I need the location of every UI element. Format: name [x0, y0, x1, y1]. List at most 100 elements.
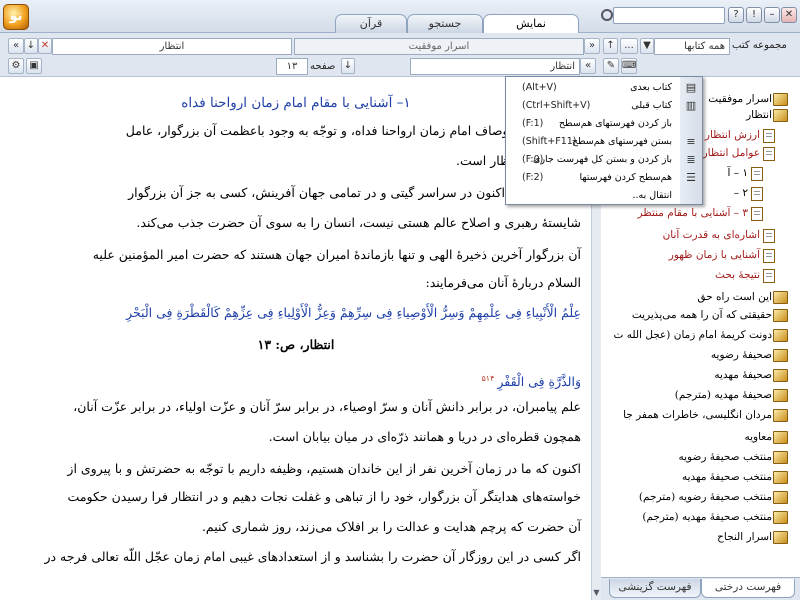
tree-item[interactable]: صحیفهٔ رضویه: [711, 347, 792, 363]
collection-select[interactable]: همه کتابها: [654, 38, 730, 55]
tree-item[interactable]: مردان انگلیسی، خاطرات همفر جا: [623, 407, 792, 423]
info-button[interactable]: !: [746, 7, 762, 23]
tree-item[interactable]: معاویه: [744, 429, 792, 445]
tree-item[interactable]: ۱ – آ: [728, 165, 768, 181]
menu-item[interactable]: انتقال به..: [506, 187, 702, 205]
page-go-icon[interactable]: ↓: [341, 58, 355, 74]
tree-item-label: منتخب صحیفهٔ رضویه: [678, 451, 773, 463]
document-icon: [751, 207, 763, 221]
tree-item-label: صحیفهٔ رضویه: [710, 349, 772, 361]
tree-item-label: صحیفهٔ مهدیه: [714, 369, 772, 381]
menu-item[interactable]: ▥ کتاب قبلی (Ctrl+Shift+V): [506, 97, 702, 115]
menu-item[interactable]: ☰ هم‌سطح کردن فهرستها (F:2): [506, 169, 702, 187]
collection-label: مجموعه کتب: [732, 40, 787, 51]
back-nav-icon[interactable]: «: [8, 38, 24, 54]
tree-item-label: معاویه: [744, 431, 772, 443]
content-line: اگر کسی در این روزگار آن حضرت را بشناسد …: [44, 549, 581, 564]
book-icon: [773, 409, 788, 422]
tree-item-label: ۳ – آشنایی با مقام منتظر: [637, 207, 748, 219]
menu-item-shortcut: (F:2): [522, 172, 544, 183]
document-icon: [763, 229, 775, 243]
minimize-button[interactable]: –: [764, 7, 780, 23]
menu-item[interactable]: باز کردن فهرستهای هم‌سطح (F:1): [506, 115, 702, 133]
citation: انتظار، ص: ۱۳: [257, 337, 335, 352]
close-button[interactable]: ✕: [781, 7, 797, 23]
tree-item-label: حقیقتی که آن را همه می‌پذیریت: [631, 309, 772, 321]
book-icon: [773, 451, 788, 464]
more-button[interactable]: ...: [620, 38, 638, 54]
tree-item[interactable]: صحیفهٔ مهدیه (مترجم): [675, 387, 792, 403]
tree-item[interactable]: منتخب صحیفهٔ رضویه (مترجم): [639, 489, 792, 505]
book-icon: [773, 511, 788, 524]
help-button[interactable]: ?: [728, 7, 744, 23]
footnote-ref[interactable]: ۵۱۴: [481, 374, 494, 383]
menu-item-label: هم‌سطح کردن فهرستها: [579, 172, 673, 183]
tree-item-label: صحیفهٔ مهدیه (مترجم): [674, 389, 772, 401]
tree-item[interactable]: این است راه حق: [697, 289, 792, 305]
tree-item[interactable]: اسرار موفقیت: [708, 91, 792, 107]
menu-item[interactable]: ≡ بستن فهرستهای هم‌سطح (Shift+F11): [506, 133, 702, 151]
search-icon[interactable]: [601, 9, 613, 21]
page-number-field[interactable]: ۱۳: [276, 58, 308, 75]
content-line: ایجاد حالت انتظار است.: [456, 153, 581, 168]
content-line: همچون قطره‌ای در دریا و همانند ذرّه‌ای د…: [268, 429, 581, 444]
view-icon[interactable]: ▣: [26, 58, 42, 74]
pin-icon[interactable]: ↓: [24, 38, 38, 54]
document-icon: [763, 129, 775, 143]
tree-item-label: اسرار موفقیت: [708, 93, 772, 105]
tab-selective-list[interactable]: فهرست گزینشی: [609, 579, 701, 598]
content-line: علم پیامبران، در برابر دانش آنان و سرّ ا…: [73, 399, 581, 414]
collection-dropdown-icon[interactable]: ▼: [640, 38, 654, 54]
tree-item[interactable]: حقیقتی که آن را همه می‌پذیریت: [632, 307, 792, 323]
tree-item-label: منتخب صحیفهٔ مهدیه (مترجم): [642, 511, 772, 523]
toggle-list-icon: ≣: [686, 153, 696, 166]
tree-item[interactable]: ارزش انتظار: [705, 127, 780, 143]
tree-item[interactable]: دونت کریمهٔ امام زمان (عجل الله ت: [614, 327, 792, 343]
book-icon: [773, 389, 788, 402]
tree-item[interactable]: آشنایی با زمان ظهور: [669, 247, 780, 263]
menu-item-label: باز کردن فهرستهای هم‌سطح: [558, 118, 672, 129]
tree-item-label: ارزش انتظار: [704, 129, 760, 141]
settings-icon[interactable]: ⚙: [8, 58, 24, 74]
search-input[interactable]: [613, 7, 725, 24]
menu-item[interactable]: ≣ باز کردن و بستن کل فهرست جاری (F:0): [506, 151, 702, 169]
book-prev-icon: ▥: [685, 99, 697, 112]
up-level-icon[interactable]: ↑: [603, 38, 618, 54]
tree-item-label: عوامل انتظار: [702, 147, 760, 159]
keyboard-icon[interactable]: ⌨: [621, 58, 637, 74]
forward-nav-icon[interactable]: »: [584, 38, 600, 54]
content-line: آن بزرگوار آخرین ذخیرهٔ الهی و تنها بازم…: [92, 247, 581, 262]
close-book-icon[interactable]: ✕: [38, 38, 52, 54]
tree-item-label: منتخب صحیفهٔ مهدیه: [681, 471, 772, 483]
tree-item[interactable]: انتظار: [746, 107, 792, 123]
tree-item[interactable]: عوامل انتظار: [703, 145, 780, 161]
tree-item[interactable]: ۳ – آشنایی با مقام منتظر: [638, 205, 768, 221]
scroll-down-icon[interactable]: ▼: [592, 588, 601, 600]
tree-item[interactable]: نتیجهٔ بحث: [715, 267, 780, 283]
book-icon: [773, 471, 788, 484]
tree-item[interactable]: صحیفهٔ مهدیه: [714, 367, 792, 383]
book-icon: [773, 349, 788, 362]
tools-icon[interactable]: ✎: [603, 58, 619, 74]
tab-tree-list[interactable]: فهرست درختی: [701, 579, 795, 598]
tree-item-label: انتظار: [746, 109, 772, 121]
app-logo: نو: [3, 4, 29, 30]
book-title-field: اسرار موفقیت: [294, 38, 584, 55]
tree-item-label: ۱ – آ: [727, 167, 748, 179]
menu-item-label: کتاب قبلی: [631, 100, 672, 111]
tree-item[interactable]: ۲ –: [734, 185, 768, 201]
content-line: به این نکته که اکنون در سراسر گیتی و در …: [128, 185, 581, 200]
tree-item[interactable]: منتخب صحیفهٔ مهدیه (مترجم): [642, 509, 792, 525]
book-nav-icon[interactable]: «: [580, 58, 596, 74]
tab-display[interactable]: نمایش: [483, 14, 579, 34]
collapse-list-icon: ≡: [686, 135, 696, 148]
tree-item[interactable]: اشاره‌ای به قدرت آنان: [663, 227, 780, 243]
tab-quran[interactable]: قرآن: [335, 14, 407, 33]
menu-item[interactable]: ▤ کتاب بعدی (Alt+V): [506, 79, 702, 97]
tree-item[interactable]: اسرار النجاح: [717, 529, 792, 545]
tab-search[interactable]: جستجو: [407, 14, 483, 33]
tree-item[interactable]: منتخب صحیفهٔ رضویه: [679, 449, 793, 465]
current-book-field[interactable]: انتظار: [410, 58, 580, 75]
book-icon: [773, 93, 788, 106]
tree-item[interactable]: منتخب صحیفهٔ مهدیه: [682, 469, 792, 485]
